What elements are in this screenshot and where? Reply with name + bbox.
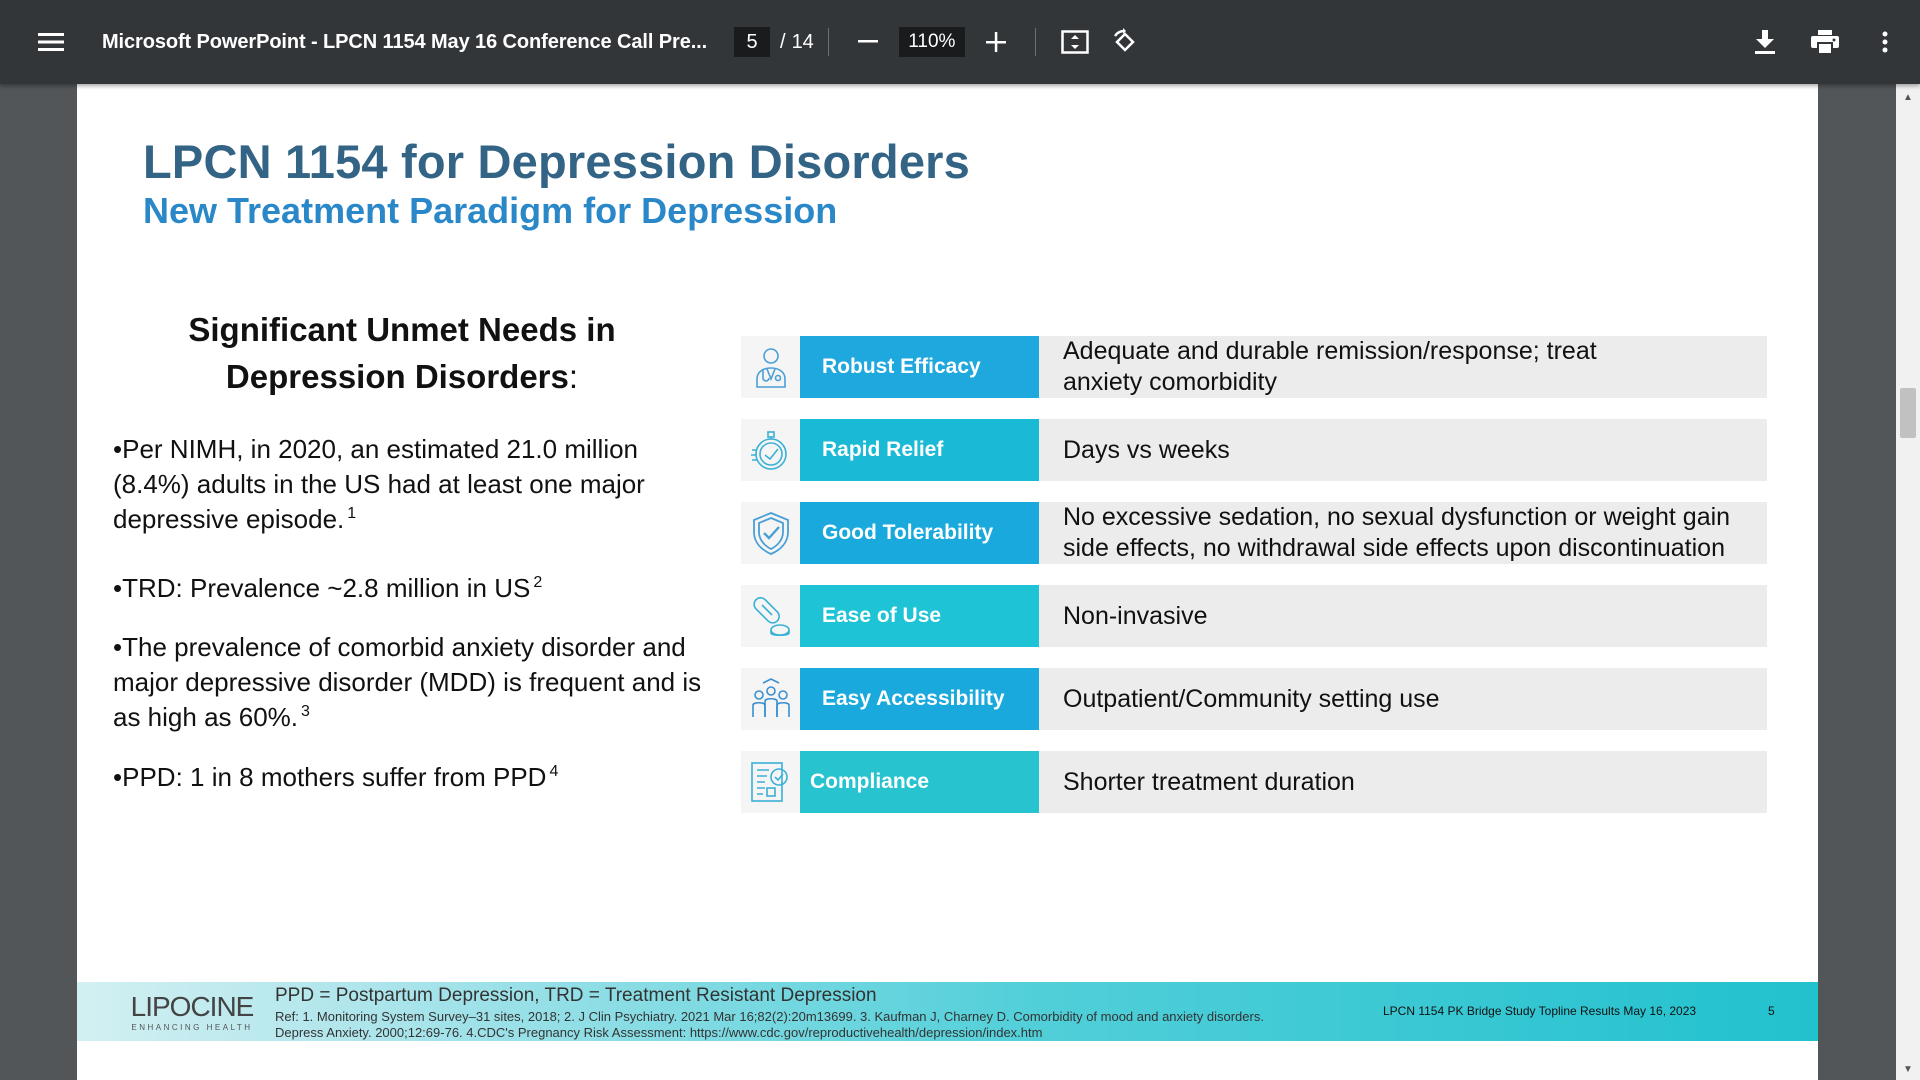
rotate-icon[interactable]: [1100, 17, 1150, 67]
shield-check-icon: [741, 502, 800, 564]
row-good-tolerability: Good Tolerability No excessive sedation,…: [741, 502, 1767, 564]
scroll-thumb[interactable]: [1900, 388, 1916, 438]
zoom-in-icon[interactable]: [971, 17, 1021, 67]
footnote-marker: 4: [549, 763, 559, 781]
toolbar-divider: [827, 28, 829, 56]
references-text: Ref: 1. Monitoring System Survey–31 site…: [275, 1009, 1264, 1040]
page-control: / 14: [734, 27, 814, 57]
toolbar-divider: [1034, 28, 1036, 56]
heading-line-1: Significant Unmet Needs in: [188, 311, 616, 348]
logo-text: LIPOCINE: [130, 991, 255, 1022]
row-label: Ease of Use: [800, 585, 1039, 647]
page-number-input[interactable]: [734, 27, 770, 57]
heading-line-2: Depression Disorders: [225, 358, 569, 395]
pill-icon: [741, 585, 800, 647]
row-description: Shorter treatment duration: [1039, 751, 1767, 813]
bullet-text: •Per NIMH, in 2020, an estimated 21.0 mi…: [113, 434, 645, 534]
row-label: Good Tolerability: [800, 502, 1039, 564]
doctor-icon: [741, 336, 800, 398]
slide-page-number: 5: [1768, 1004, 1775, 1018]
bullet-comorbid: •The prevalence of comorbid anxiety diso…: [113, 630, 713, 735]
logo-tagline: ENHANCING HEALTH: [131, 1023, 253, 1032]
stopwatch-icon: [741, 419, 800, 481]
pdf-toolbar: Microsoft PowerPoint - LPCN 1154 May 16 …: [0, 0, 1920, 84]
heading-colon: :: [568, 358, 579, 395]
slide-subtitle: New Treatment Paradigm for Depression: [143, 190, 838, 231]
row-robust-efficacy: Robust Efficacy Adequate and durable rem…: [741, 336, 1767, 398]
row-label: Compliance: [800, 751, 1039, 813]
row-ease-of-use: Ease of Use Non-invasive: [741, 585, 1767, 647]
people-group-icon: [741, 668, 800, 730]
bullet-text: •TRD: Prevalence ~2.8 million in US: [113, 573, 531, 603]
row-label: Rapid Relief: [800, 419, 1039, 481]
row-label: Easy Accessibility: [800, 668, 1039, 730]
download-icon[interactable]: [1740, 17, 1790, 67]
document-title: Microsoft PowerPoint - LPCN 1154 May 16 …: [102, 30, 708, 53]
zoom-out-icon[interactable]: [843, 17, 893, 67]
footnote-marker: 3: [301, 703, 310, 721]
row-description: Days vs weeks: [1039, 419, 1767, 481]
fit-page-icon[interactable]: [1050, 17, 1100, 67]
abbreviations-text: PPD = Postpartum Depression, TRD = Treat…: [275, 985, 877, 1006]
scroll-down-arrow-icon[interactable]: ▼: [1896, 1060, 1920, 1078]
print-icon[interactable]: [1800, 17, 1850, 67]
company-logo: LIPOCINE ENHANCING HEALTH: [127, 991, 257, 1033]
bullet-text: •PPD: 1 in 8 mothers suffer from PPD: [113, 762, 547, 792]
row-label: Robust Efficacy: [800, 336, 1039, 398]
row-compliance: Compliance Shorter treatment duration: [741, 751, 1767, 813]
study-info: LPCN 1154 PK Bridge Study Topline Result…: [1383, 1004, 1697, 1018]
unmet-needs-heading: Significant Unmet Needs in Depression Di…: [107, 306, 697, 400]
page-total: 14: [791, 30, 814, 53]
menu-icon[interactable]: [26, 17, 76, 67]
scroll-up-arrow-icon[interactable]: ▲: [1896, 88, 1920, 106]
more-icon[interactable]: [1860, 17, 1910, 67]
slide-title: LPCN 1154 for Depression Disorders: [143, 135, 970, 188]
row-description: Non-invasive: [1039, 585, 1767, 647]
footnote-marker: 2: [533, 574, 543, 592]
vertical-scrollbar[interactable]: ▲ ▼: [1896, 84, 1920, 1080]
bullet-nimh: •Per NIMH, in 2020, an estimated 21.0 mi…: [113, 432, 673, 537]
toolbar-actions: [1730, 17, 1910, 67]
pdf-page: LPCN 1154 for Depression Disorders New T…: [77, 84, 1818, 1080]
footnote-marker: 1: [347, 505, 357, 523]
page-separator: /: [780, 30, 786, 53]
bullet-text: •The prevalence of comorbid anxiety diso…: [113, 632, 702, 732]
bullet-ppd: •PPD: 1 in 8 mothers suffer from PPD 4: [113, 760, 713, 795]
row-description: Adequate and durable remission/response;…: [1039, 336, 1767, 398]
row-rapid-relief: Rapid Relief Days vs weeks: [741, 419, 1767, 481]
row-description: Outpatient/Community setting use: [1039, 668, 1767, 730]
row-description: No excessive sedation, no sexual dysfunc…: [1039, 502, 1767, 564]
bullet-trd: •TRD: Prevalence ~2.8 million in US 2: [113, 571, 713, 606]
checklist-icon: [741, 751, 800, 813]
row-easy-accessibility: Easy Accessibility Outpatient/Community …: [741, 668, 1767, 730]
slide-footer: LIPOCINE ENHANCING HEALTH PPD = Postpart…: [77, 982, 1818, 1041]
zoom-input[interactable]: [898, 27, 965, 57]
